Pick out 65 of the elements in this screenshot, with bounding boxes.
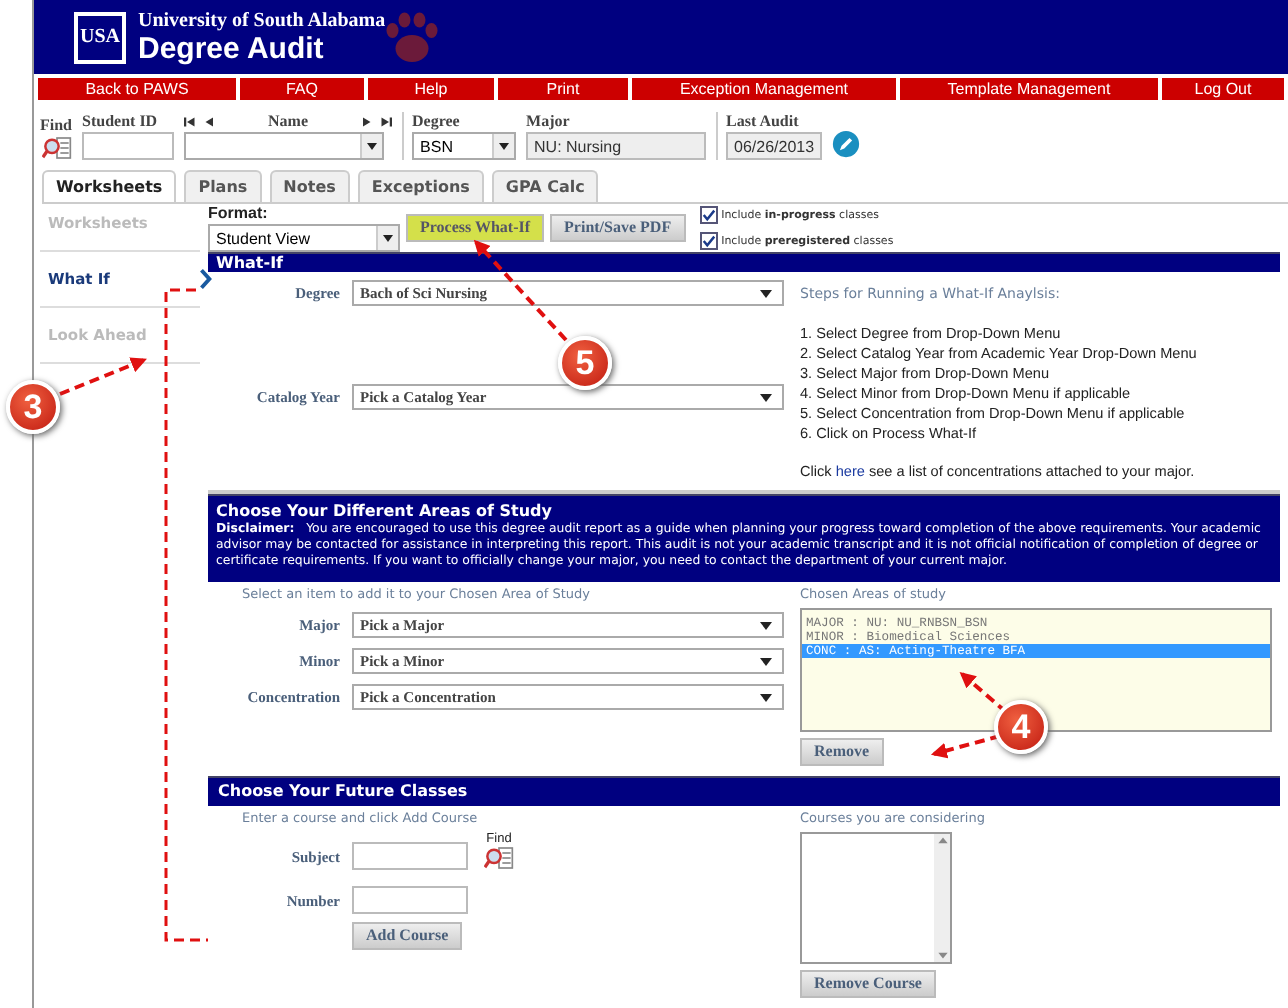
menu-button[interactable]: Log Out <box>1162 78 1284 100</box>
courses-list[interactable] <box>800 832 952 964</box>
scroll-up-icon[interactable] <box>935 834 949 848</box>
scroll-down-icon[interactable] <box>935 948 949 962</box>
callout-arrow <box>59 357 147 396</box>
degree-dropdown[interactable]: BSN <box>412 132 517 160</box>
number-field[interactable] <box>352 886 468 914</box>
tab[interactable]: Worksheets <box>42 170 177 202</box>
search-icon[interactable] <box>41 136 71 160</box>
menu-button[interactable]: Template Management <box>900 78 1158 100</box>
paw-icon <box>381 9 442 65</box>
university-name: University of South Alabama <box>138 9 386 31</box>
major-label: Major <box>526 112 572 130</box>
degree-label: Degree <box>412 112 462 130</box>
tab[interactable]: Plans <box>184 170 262 202</box>
last-audit-field: 06/26/2013 <box>726 132 823 160</box>
section-title: What-If <box>216 254 284 272</box>
tab[interactable]: Exceptions <box>357 170 484 202</box>
section-title: Choose Your Future Classes <box>218 782 468 802</box>
last-audit-label: Last Audit <box>726 112 801 130</box>
caret-icon <box>760 693 772 701</box>
print-pdf-button[interactable]: Print/Save PDF <box>550 214 686 242</box>
process-what-if-button[interactable]: Process What-If <box>406 214 545 242</box>
chevron-icon <box>198 268 212 290</box>
remove-button[interactable]: Remove <box>800 738 884 766</box>
caret-icon <box>760 657 772 665</box>
tab[interactable]: GPA Calc <box>491 170 599 202</box>
section-title: Choose Your Different Areas of Study <box>216 502 554 520</box>
callout-arrow <box>959 671 1008 714</box>
add-course-button[interactable]: Add Course <box>352 922 463 950</box>
remove-course-button[interactable]: Remove Course <box>800 970 936 998</box>
format-dropdown[interactable]: Student View <box>208 224 400 252</box>
caret-icon <box>760 621 772 629</box>
name-label: Name <box>268 112 309 130</box>
format-label: Format: <box>208 204 270 222</box>
checkbox[interactable] <box>699 232 718 250</box>
menu-button[interactable]: Exception Management <box>632 78 896 100</box>
menu-button[interactable]: Back to PAWS <box>38 78 236 100</box>
pencil-icon[interactable] <box>832 130 861 158</box>
first-record-icon[interactable] <box>184 115 197 127</box>
next-record-icon[interactable] <box>360 115 373 127</box>
menu-button[interactable]: Help <box>368 78 494 100</box>
student-id-label: Student ID <box>82 112 160 130</box>
find-label: Find <box>40 116 73 134</box>
dropdown-arrow-icon[interactable] <box>492 134 515 158</box>
menu-button[interactable]: FAQ <box>240 78 364 100</box>
caret-icon <box>760 393 772 401</box>
scrollbar[interactable] <box>934 834 950 962</box>
previous-record-icon[interactable] <box>204 115 217 127</box>
callout-number: 5 <box>558 336 612 390</box>
callout-number: 3 <box>6 380 60 434</box>
last-record-icon[interactable] <box>380 115 393 127</box>
checkbox[interactable] <box>699 206 718 224</box>
major-field: NU: Nursing <box>526 132 707 160</box>
student-id-field[interactable] <box>82 132 175 160</box>
callout-arrow <box>930 734 1001 759</box>
tab[interactable]: Notes <box>269 170 350 202</box>
dropdown-arrow-icon[interactable] <box>376 226 398 250</box>
dropdown-arrow-icon[interactable] <box>360 134 383 158</box>
caret-icon <box>760 289 772 297</box>
menu-button[interactable]: Print <box>498 78 628 100</box>
search-icon[interactable] <box>484 845 514 869</box>
university-logo: USA <box>74 11 126 63</box>
app-title: Degree Audit <box>138 31 326 65</box>
subject-field[interactable] <box>352 842 468 870</box>
